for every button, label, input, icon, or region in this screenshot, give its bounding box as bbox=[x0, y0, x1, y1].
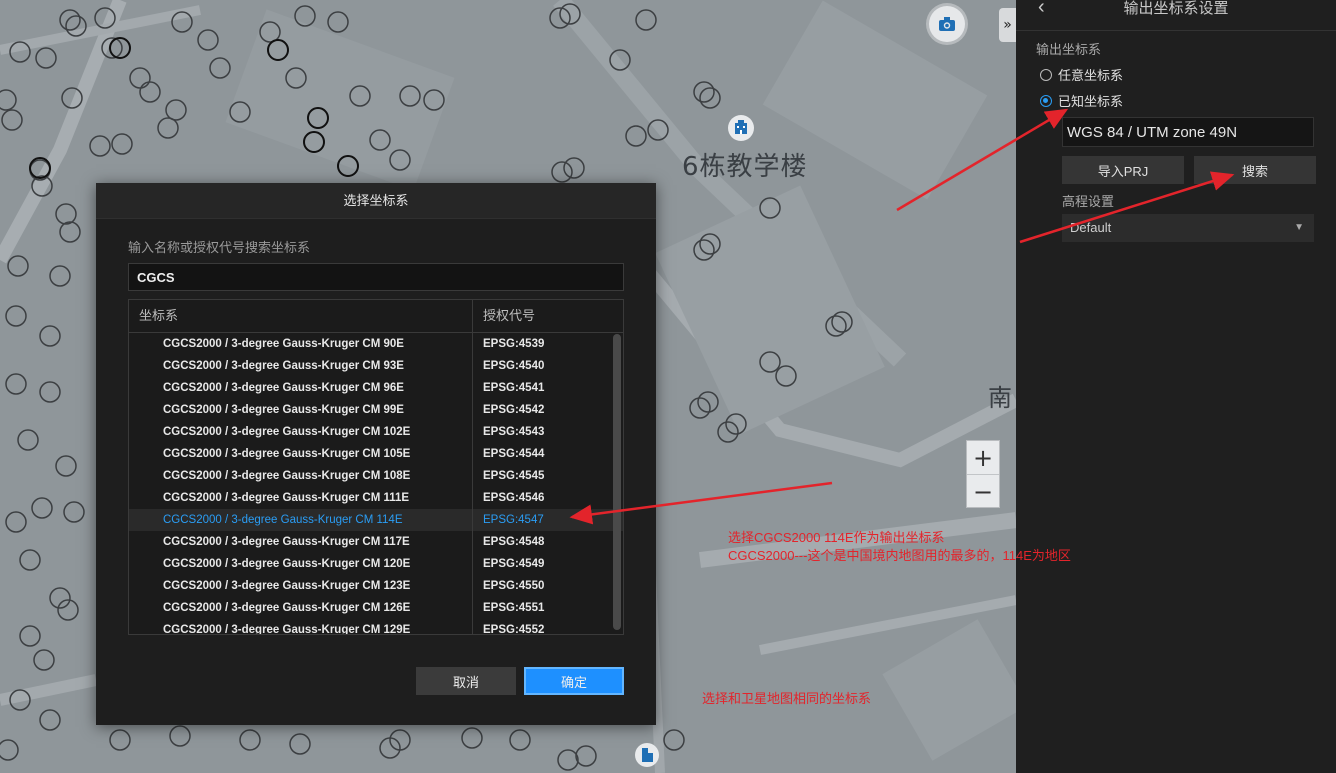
table-body: CGCS2000 / 3-degree Gauss-Kruger CM 90E E… bbox=[129, 333, 623, 635]
zoom-in-button[interactable]: + bbox=[967, 441, 999, 475]
search-crs-button[interactable]: 搜索 bbox=[1194, 156, 1316, 184]
panel-header: ‹ 输出坐标系设置 bbox=[1016, 0, 1336, 31]
annotation-same-crs: 选择和卫星地图相同的坐标系 bbox=[702, 691, 872, 706]
table-row[interactable]: CGCS2000 / 3-degree Gauss-Kruger CM 93E E… bbox=[129, 355, 623, 377]
cancel-button[interactable]: 取消 bbox=[416, 667, 516, 695]
poi-building-icon[interactable] bbox=[634, 742, 660, 772]
output-crs-label: 输出坐标系 bbox=[1036, 42, 1102, 57]
panel-collapse-button[interactable]: » bbox=[999, 8, 1016, 42]
crs-code-cell: EPSG:4546 bbox=[483, 492, 545, 504]
table-row[interactable]: CGCS2000 / 3-degree Gauss-Kruger CM 120E… bbox=[129, 553, 623, 575]
crs-name-cell: CGCS2000 / 3-degree Gauss-Kruger CM 105E bbox=[129, 443, 473, 465]
crs-name-cell: CGCS2000 / 3-degree Gauss-Kruger CM 111E bbox=[129, 487, 473, 509]
import-prj-button[interactable]: 导入PRJ bbox=[1062, 156, 1184, 184]
radio-known-crs-label: 已知坐标系 bbox=[1058, 94, 1124, 109]
crs-name-cell: CGCS2000 / 3-degree Gauss-Kruger CM 108E bbox=[129, 465, 473, 487]
crs-code-cell: EPSG:4550 bbox=[483, 580, 545, 592]
table-row[interactable]: CGCS2000 / 3-degree Gauss-Kruger CM 126E… bbox=[129, 597, 623, 619]
zoom-control: + − bbox=[966, 440, 1000, 508]
crs-code-cell: EPSG:4545 bbox=[483, 470, 545, 482]
crs-table: 坐标系 授权代号 CGCS2000 / 3-degree Gauss-Kruge… bbox=[128, 299, 624, 635]
chevron-down-icon: ▼ bbox=[1294, 222, 1304, 233]
crs-name-cell: CGCS2000 / 3-degree Gauss-Kruger CM 102E bbox=[129, 421, 473, 443]
crs-name-cell: CGCS2000 / 3-degree Gauss-Kruger CM 96E bbox=[129, 377, 473, 399]
table-row[interactable]: CGCS2000 / 3-degree Gauss-Kruger CM 117E… bbox=[129, 531, 623, 553]
camera-icon bbox=[939, 17, 955, 31]
col-header-crs[interactable]: 坐标系 bbox=[129, 300, 473, 332]
table-row[interactable]: CGCS2000 / 3-degree Gauss-Kruger CM 123E… bbox=[129, 575, 623, 597]
table-row[interactable]: CGCS2000 / 3-degree Gauss-Kruger CM 114E… bbox=[129, 509, 623, 531]
crs-code-cell: EPSG:4540 bbox=[483, 360, 545, 372]
zoom-out-button[interactable]: − bbox=[967, 475, 999, 508]
crs-code-cell: EPSG:4544 bbox=[483, 448, 545, 460]
building-label: 6栋教学楼 bbox=[682, 152, 808, 182]
crs-code-cell: EPSG:4551 bbox=[483, 602, 545, 614]
crs-value-field[interactable]: WGS 84 / UTM zone 49N bbox=[1062, 117, 1314, 147]
radio-unchecked-icon bbox=[1040, 68, 1052, 81]
road-label: 南 bbox=[988, 384, 1013, 412]
table-header: 坐标系 授权代号 bbox=[129, 300, 623, 333]
crs-name-cell: CGCS2000 / 3-degree Gauss-Kruger CM 123E bbox=[129, 575, 473, 597]
radio-checked-icon bbox=[1040, 94, 1052, 107]
crs-name-cell: CGCS2000 / 3-degree Gauss-Kruger CM 120E bbox=[129, 553, 473, 575]
search-hint: 输入名称或授权代号搜索坐标系 bbox=[128, 240, 311, 255]
table-row[interactable]: CGCS2000 / 3-degree Gauss-Kruger CM 108E… bbox=[129, 465, 623, 487]
panel-title: 输出坐标系设置 bbox=[1123, 0, 1229, 17]
crs-code-cell: EPSG:4543 bbox=[483, 426, 545, 438]
elevation-label: 高程设置 bbox=[1062, 194, 1115, 209]
output-crs-panel: ‹ 输出坐标系设置 输出坐标系 任意坐标系 已知坐标系 WGS 84 / UTM… bbox=[1016, 0, 1336, 773]
table-row[interactable]: CGCS2000 / 3-degree Gauss-Kruger CM 105E… bbox=[129, 443, 623, 465]
table-row[interactable]: CGCS2000 / 3-degree Gauss-Kruger CM 96E E… bbox=[129, 377, 623, 399]
table-row[interactable]: CGCS2000 / 3-degree Gauss-Kruger CM 129E… bbox=[129, 619, 623, 635]
crs-code-cell: EPSG:4539 bbox=[483, 338, 545, 350]
elevation-value: Default bbox=[1070, 220, 1112, 235]
select-crs-dialog: 选择坐标系 输入名称或授权代号搜索坐标系 CGCS 坐标系 授权代号 CGCS2… bbox=[96, 183, 656, 725]
crs-name-cell: CGCS2000 / 3-degree Gauss-Kruger CM 117E bbox=[129, 531, 473, 553]
crs-name-cell: CGCS2000 / 3-degree Gauss-Kruger CM 126E bbox=[129, 597, 473, 619]
annotation-select-114e: 选择CGCS2000 114E作为输出坐标系 bbox=[728, 530, 945, 545]
crs-code-cell: EPSG:4542 bbox=[483, 404, 545, 416]
scrollbar[interactable] bbox=[613, 334, 621, 632]
table-row[interactable]: CGCS2000 / 3-degree Gauss-Kruger CM 111E… bbox=[129, 487, 623, 509]
radio-known-crs[interactable]: 已知坐标系 bbox=[1040, 91, 1123, 110]
confirm-button[interactable]: 确定 bbox=[524, 667, 624, 695]
radio-any-crs[interactable]: 任意坐标系 bbox=[1040, 65, 1123, 84]
radio-any-crs-label: 任意坐标系 bbox=[1058, 68, 1124, 83]
annotation-cgcs-note: CGCS2000---这个是中国境内地图用的最多的，114E为地区 bbox=[728, 548, 1071, 563]
crs-code-cell: EPSG:4552 bbox=[483, 624, 545, 635]
elevation-select[interactable]: Default ▼ bbox=[1062, 214, 1314, 242]
crs-name-cell: CGCS2000 / 3-degree Gauss-Kruger CM 90E bbox=[129, 333, 473, 355]
table-row[interactable]: CGCS2000 / 3-degree Gauss-Kruger CM 90E E… bbox=[129, 333, 623, 355]
crs-code-cell: EPSG:4541 bbox=[483, 382, 545, 394]
crs-name-cell: CGCS2000 / 3-degree Gauss-Kruger CM 129E bbox=[129, 619, 473, 634]
crs-name-cell: CGCS2000 / 3-degree Gauss-Kruger CM 93E bbox=[129, 355, 473, 377]
table-row[interactable]: CGCS2000 / 3-degree Gauss-Kruger CM 99E E… bbox=[129, 399, 623, 421]
dialog-title: 选择坐标系 bbox=[96, 183, 656, 219]
building-poi-icon[interactable] bbox=[727, 114, 755, 146]
crs-code-cell: EPSG:4548 bbox=[483, 536, 545, 548]
crs-code-cell: EPSG:4547 bbox=[483, 514, 544, 526]
crs-code-cell: EPSG:4549 bbox=[483, 558, 545, 570]
scrollbar-thumb[interactable] bbox=[613, 334, 621, 630]
table-row[interactable]: CGCS2000 / 3-degree Gauss-Kruger CM 102E… bbox=[129, 421, 623, 443]
crs-name-cell: CGCS2000 / 3-degree Gauss-Kruger CM 114E bbox=[129, 509, 473, 531]
crs-name-cell: CGCS2000 / 3-degree Gauss-Kruger CM 99E bbox=[129, 399, 473, 421]
camera-button[interactable] bbox=[929, 6, 965, 42]
crs-search-input[interactable]: CGCS bbox=[128, 263, 624, 291]
col-header-code[interactable]: 授权代号 bbox=[473, 300, 535, 332]
